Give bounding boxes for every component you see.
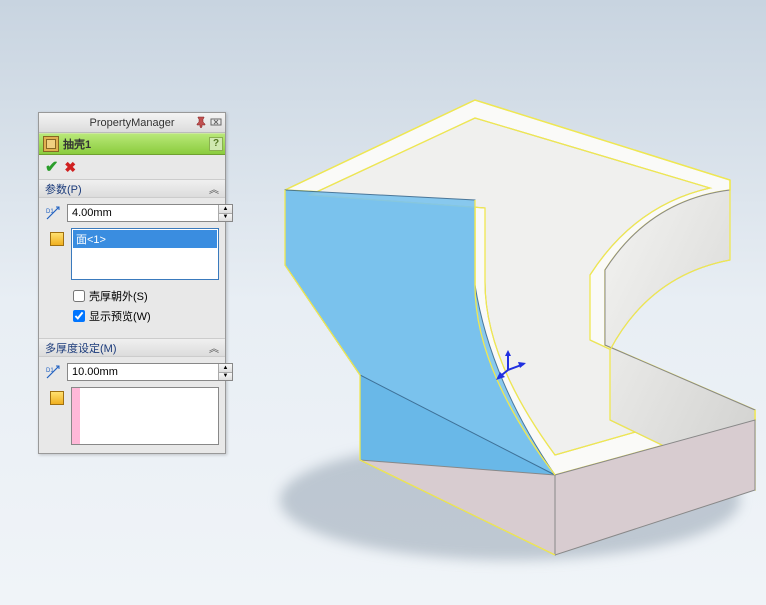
dimension-icon: D1	[45, 204, 65, 222]
parameters-title: 参数(P)	[45, 181, 82, 197]
confirm-row: ✔ ✖	[39, 155, 225, 179]
property-manager-panel: PropertyManager 抽壳1 ? ✔ ✖ 参数(P) ︽ D1	[38, 112, 226, 454]
collapse-icon: ︽	[209, 181, 219, 196]
parameters-body: D1 ▲ ▼ 面<1>	[39, 198, 225, 334]
property-manager-header: PropertyManager	[39, 113, 225, 133]
show-preview-label: 显示预览(W)	[89, 308, 151, 324]
feature-header: 抽壳1 ?	[39, 133, 225, 155]
multi-thickness-row: D1 ▲ ▼	[45, 363, 219, 381]
shell-outward-row: 壳厚朝外(S)	[45, 286, 219, 306]
orientation-triad[interactable]	[498, 350, 528, 380]
feature-name: 抽壳1	[63, 136, 91, 152]
multi-faces-row	[45, 387, 219, 445]
shell-outward-label: 壳厚朝外(S)	[89, 288, 148, 304]
thickness-input-wrap: ▲ ▼	[67, 204, 233, 222]
show-preview-row: 显示预览(W)	[45, 306, 219, 326]
property-manager-title: PropertyManager	[90, 117, 175, 129]
shell-feature-icon	[43, 136, 59, 152]
thickness-input[interactable]	[68, 205, 218, 221]
active-row-indicator	[72, 388, 80, 444]
multi-thickness-body: D1 ▲ ▼	[39, 357, 225, 453]
faces-to-remove-list[interactable]: 面<1>	[71, 228, 219, 280]
dimension-icon: D1	[45, 363, 65, 381]
multi-faces-list[interactable]	[71, 387, 219, 445]
help-button[interactable]: ?	[209, 137, 223, 151]
multi-thickness-input-wrap: ▲ ▼	[67, 363, 233, 381]
multi-thickness-input[interactable]	[68, 364, 218, 380]
parameters-section: 参数(P) ︽ D1 ▲ ▼	[39, 179, 225, 334]
collapse-icon: ︽	[209, 340, 219, 355]
face-selection-icon	[45, 230, 69, 248]
faces-row: 面<1>	[45, 228, 219, 280]
model-3d	[230, 60, 760, 580]
parameters-header[interactable]: 参数(P) ︽	[39, 180, 225, 198]
graphics-viewport[interactable]	[230, 0, 766, 605]
face-selection-icon	[45, 389, 69, 407]
thickness-row: D1 ▲ ▼	[45, 204, 219, 222]
ok-button[interactable]: ✔	[45, 157, 58, 177]
cancel-button[interactable]: ✖	[64, 159, 76, 176]
shell-outward-checkbox[interactable]	[73, 290, 85, 302]
multi-thickness-header[interactable]: 多厚度设定(M) ︽	[39, 339, 225, 357]
expand-icon[interactable]	[209, 115, 223, 129]
svg-text:D1: D1	[46, 368, 54, 374]
svg-text:D1: D1	[46, 209, 54, 215]
selected-face-item[interactable]: 面<1>	[73, 230, 217, 248]
multi-thickness-section: 多厚度设定(M) ︽ D1 ▲ ▼	[39, 338, 225, 453]
show-preview-checkbox[interactable]	[73, 310, 85, 322]
pushpin-icon[interactable]	[194, 115, 208, 129]
header-toolbar	[194, 115, 223, 129]
multi-thickness-title: 多厚度设定(M)	[45, 340, 117, 356]
